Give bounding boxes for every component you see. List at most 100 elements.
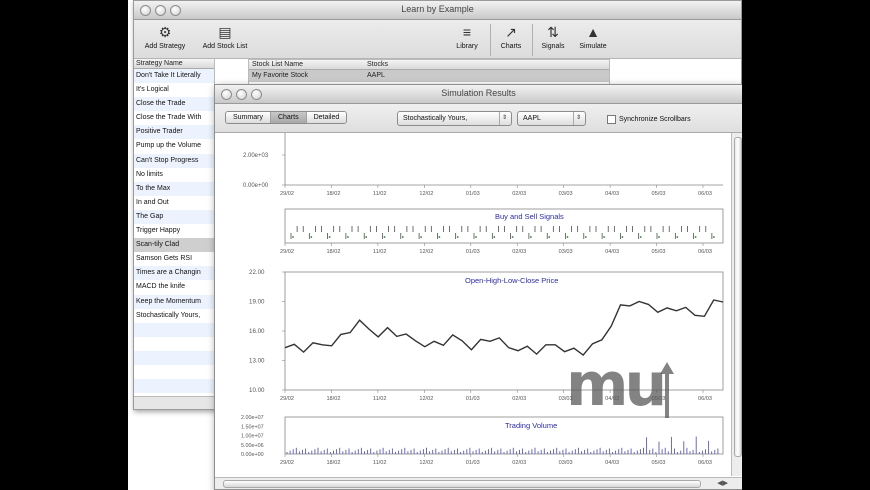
strategy-row[interactable]: Trigger Happy (134, 224, 214, 238)
signal-dot (347, 236, 349, 238)
y-tick-label: 1.00e+07 (241, 434, 264, 440)
x-tick-label: 04/03 (605, 249, 619, 255)
strategy-row[interactable]: Samson Gets RSI (134, 252, 214, 266)
charts-segment[interactable]: Charts (270, 112, 307, 123)
y-tick-label: 5.00e+06 (241, 443, 264, 449)
horizontal-scrollbar[interactable]: ◀▶ (215, 477, 742, 489)
vertical-scrollbar[interactable] (731, 133, 742, 476)
symbol-popup[interactable]: AAPL ⇕ (517, 111, 586, 126)
signal-dot (621, 236, 624, 238)
strategy-row[interactable] (134, 350, 214, 365)
strategy-row[interactable]: Scan-tily Clad (134, 238, 214, 253)
charts-button[interactable]: ↗ Charts (494, 22, 528, 51)
add-stock-list-button[interactable]: ▤ Add Stock List (196, 22, 254, 51)
x-tick-label: 01/03 (466, 191, 480, 197)
view-segmented-control: Summary Charts Detailed (225, 111, 348, 124)
strategy-row[interactable]: MACD the knife (134, 280, 214, 294)
strategy-popup[interactable]: Stochastically Yours, ⇕ (397, 111, 512, 126)
strategy-row[interactable] (134, 393, 214, 395)
x-tick-label: 18/02 (326, 249, 340, 255)
strategy-row[interactable]: It's Logical (134, 83, 214, 97)
back-titlebar[interactable]: Learn by Example (134, 1, 741, 20)
signal-dot (548, 236, 551, 238)
strategy-row[interactable]: The Gap (134, 209, 214, 225)
stock-list-row[interactable]: My Favorite Stock AAPL (249, 70, 609, 82)
strategy-row[interactable]: Close the Trade (134, 97, 214, 112)
stocks-cell: AAPL (367, 72, 385, 79)
horizontal-scroll-thumb[interactable] (223, 480, 701, 488)
strategy-row[interactable]: Can't Stop Progress (134, 153, 214, 168)
plot-frame (284, 416, 724, 455)
scroll-arrows-icon[interactable]: ◀▶ (717, 479, 728, 487)
detailed-segment[interactable]: Detailed (306, 112, 347, 123)
signal-dot (566, 236, 569, 238)
signal-dot (603, 236, 605, 238)
watermark-logo: mu (566, 350, 667, 420)
stocks-header[interactable]: Stocks (364, 60, 597, 69)
symbol-popup-value: AAPL (523, 115, 541, 122)
signal-dot (401, 236, 404, 238)
strategy-row[interactable]: To the Max (134, 181, 214, 196)
strategy-name-header[interactable]: Strategy Name (134, 59, 214, 69)
x-tick-label: 05/03 (652, 460, 666, 466)
y-tick-label: 0.00e+00 (243, 183, 269, 189)
simulate-button[interactable]: ▲ Simulate (574, 22, 612, 50)
strategy-row[interactable]: Positive Trader (134, 125, 214, 140)
x-tick-label: 11/02 (373, 460, 387, 466)
sync-scrollbars-label: Synchronize Scrollbars (619, 116, 691, 123)
x-tick-label: 04/03 (605, 191, 619, 197)
strategy-row[interactable]: No limits (134, 168, 214, 182)
y-tick-label: 10.00 (249, 387, 265, 394)
checkbox-box[interactable] (607, 115, 616, 124)
simulation-results-window: Simulation Results Summary Charts Detail… (214, 84, 742, 490)
signal-dot (676, 236, 679, 238)
front-titlebar[interactable]: Simulation Results (215, 85, 742, 104)
strategy-row[interactable]: Don't Take It Literally (134, 69, 214, 84)
x-tick-label: 06/03 (698, 249, 712, 255)
x-tick-label: 06/03 (698, 460, 712, 466)
signal-dot (713, 236, 715, 238)
screenshot-stage: Learn by Example ⚙ Add Strategy ▤ Add St… (128, 0, 742, 490)
x-tick-label: 12/02 (419, 396, 433, 402)
x-tick-label: 05/03 (652, 191, 666, 197)
strategy-row[interactable]: Pump up the Volume (134, 139, 214, 153)
chart-title: Open-High-Low-Close Price (465, 276, 558, 285)
x-tick-label: 03/03 (559, 191, 573, 197)
x-tick-label: 18/02 (326, 396, 340, 402)
x-tick-label: 12/02 (419, 191, 433, 197)
signal-dot (584, 236, 587, 238)
stock-list-icon: ▤ (218, 23, 232, 40)
y-tick-label: 2.00e+07 (241, 415, 264, 421)
strategy-row[interactable] (134, 365, 214, 379)
signal-dot (310, 236, 313, 238)
signal-dot (292, 236, 294, 238)
toolbar-divider (490, 24, 491, 56)
x-tick-label: 12/02 (419, 249, 433, 255)
library-button[interactable]: ≡ Library (450, 22, 484, 50)
signal-dot (420, 236, 422, 238)
strategy-row[interactable]: In and Out (134, 196, 214, 210)
stock-list-name-header[interactable]: Stock List Name (249, 60, 364, 69)
strategy-rows: Don't Take It Literally It's Logical Close… (134, 69, 214, 395)
x-tick-label: 01/03 (466, 249, 480, 255)
price-series-line (284, 299, 724, 357)
strategy-row[interactable]: Times are a Changin (134, 266, 214, 281)
y-tick-label: 1.50e+07 (241, 424, 264, 430)
strategy-row[interactable] (134, 379, 214, 394)
charts-icon: ↗ (505, 23, 517, 40)
vertical-scroll-thumb[interactable] (734, 137, 742, 457)
signals-button[interactable]: ⇅ Signals (536, 22, 570, 51)
strategy-row[interactable]: Close the Trade With (134, 111, 214, 125)
x-tick-label: 29/02 (280, 396, 294, 402)
back-toolbar: ⚙ Add Strategy ▤ Add Stock List ≡ Librar… (134, 20, 741, 59)
add-strategy-button[interactable]: ⚙ Add Strategy (140, 22, 190, 51)
summary-segment[interactable]: Summary (226, 112, 271, 123)
strategy-row[interactable] (134, 337, 214, 351)
strategy-row[interactable] (134, 322, 214, 337)
sync-scrollbars-checkbox[interactable]: Synchronize Scrollbars (607, 115, 691, 124)
chevron-updown-icon: ⇕ (499, 112, 509, 125)
x-tick-label: 11/02 (373, 191, 387, 197)
strategy-row[interactable]: Keep the Momentum (134, 294, 214, 309)
strategy-row[interactable]: Stochastically Yours, (134, 309, 214, 323)
y-tick-label: 0.00e+00 (241, 452, 264, 458)
